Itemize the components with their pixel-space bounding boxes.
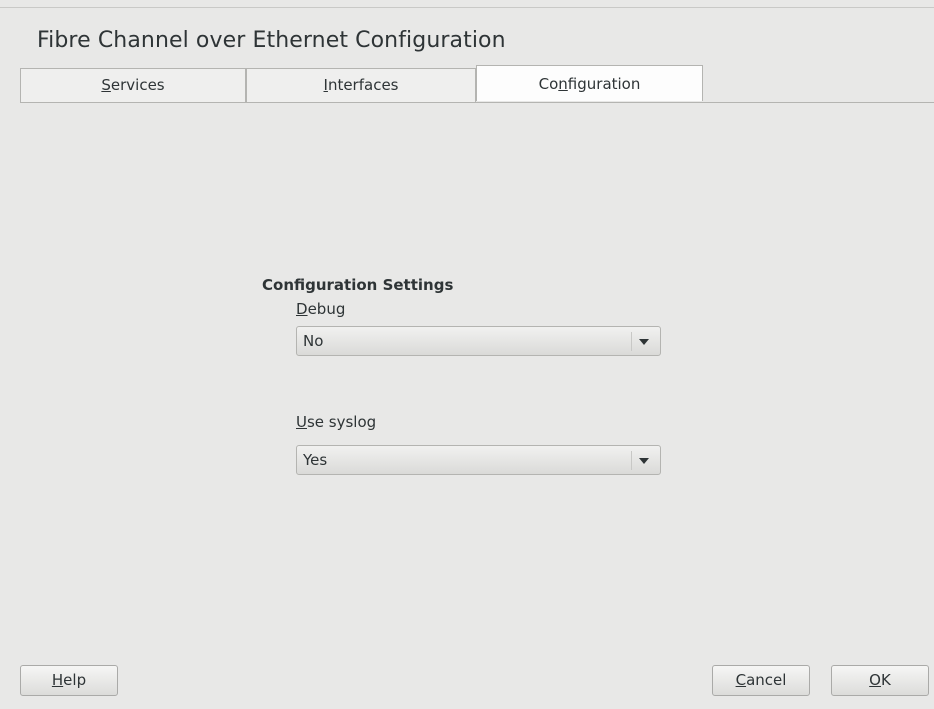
- ok-button-label: K: [880, 671, 891, 689]
- debug-label: Debug: [296, 300, 345, 318]
- debug-value: No: [303, 332, 324, 350]
- ok-button-mnemonic: O: [869, 671, 881, 689]
- tab-configuration-mnemonic: n: [558, 75, 568, 93]
- combo-separator: [631, 332, 632, 351]
- page-title: Fibre Channel over Ethernet Configuratio…: [37, 28, 506, 53]
- tab-interfaces-label: nterfaces: [327, 76, 399, 94]
- syslog-label: Use syslog: [296, 413, 376, 431]
- debug-combobox[interactable]: No: [296, 326, 661, 356]
- tab-interfaces[interactable]: Interfaces: [246, 68, 476, 102]
- cancel-button-label: ancel: [746, 671, 787, 689]
- syslog-value: Yes: [303, 451, 328, 469]
- help-button[interactable]: Help: [20, 665, 118, 696]
- cancel-button[interactable]: Cancel: [712, 665, 810, 696]
- syslog-label-text: se syslog: [306, 413, 377, 431]
- help-button-mnemonic: H: [51, 671, 64, 689]
- section-title: Configuration Settings: [262, 276, 454, 294]
- tab-configuration[interactable]: Configuration: [476, 65, 703, 101]
- debug-label-mnemonic: D: [296, 300, 308, 318]
- tab-configuration-label: figuration: [567, 75, 641, 93]
- combo-separator: [631, 451, 632, 470]
- syslog-combobox[interactable]: Yes: [296, 445, 661, 475]
- chevron-down-icon: [639, 458, 649, 464]
- window-top-border: [0, 7, 934, 8]
- tab-services[interactable]: Services: [20, 68, 246, 102]
- help-button-label: elp: [63, 671, 87, 689]
- tab-services-mnemonic: S: [101, 76, 111, 94]
- ok-button[interactable]: OK: [831, 665, 929, 696]
- debug-label-text: ebug: [307, 300, 346, 318]
- chevron-down-icon: [639, 339, 649, 345]
- tab-bar-divider: [20, 102, 934, 103]
- syslog-label-mnemonic: U: [296, 413, 307, 431]
- cancel-button-mnemonic: C: [735, 671, 747, 689]
- tab-services-label: ervices: [110, 76, 165, 94]
- tab-configuration-label-prefix: Co: [538, 75, 559, 93]
